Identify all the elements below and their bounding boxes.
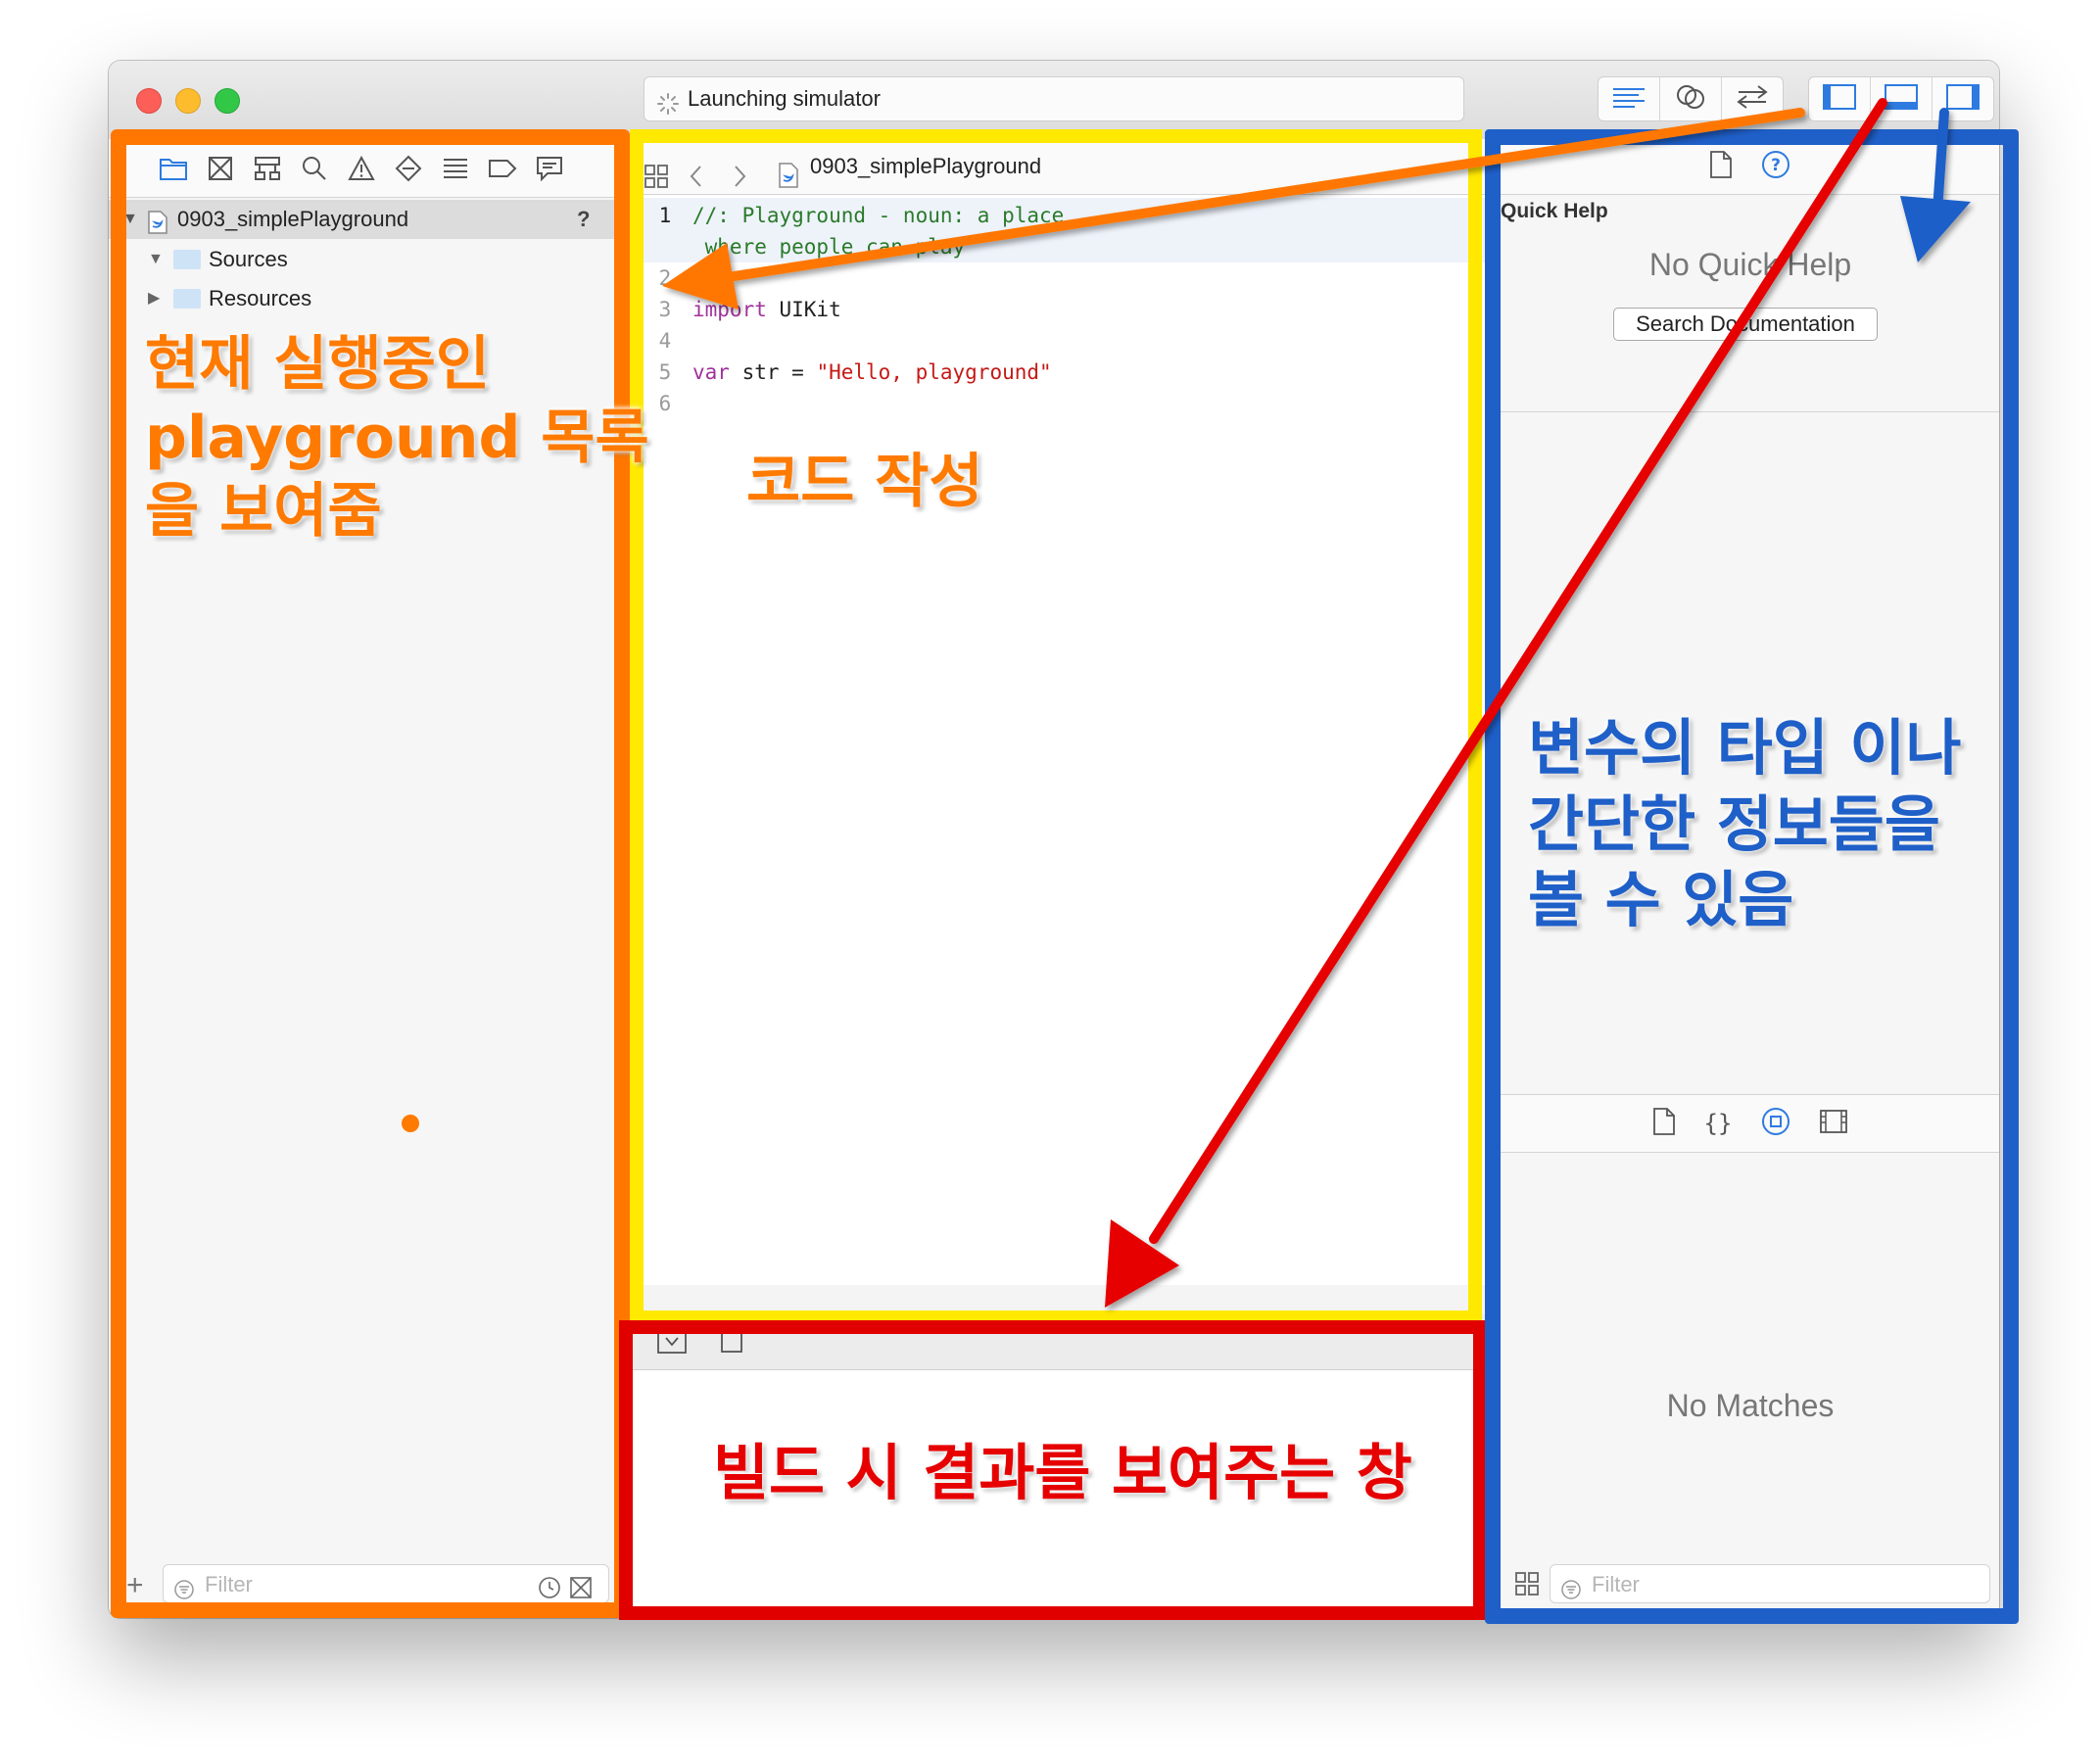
venn-circles-icon — [1675, 83, 1706, 116]
minimize-window-button[interactable] — [175, 88, 201, 114]
test-diamond-icon[interactable] — [393, 153, 424, 184]
project-row[interactable]: ▼ 0903_simplePlayground ? — [109, 200, 618, 239]
left-panel-icon — [1822, 83, 1857, 116]
standard-editor-button[interactable] — [1599, 77, 1660, 120]
zoom-window-button[interactable] — [215, 88, 240, 114]
right-panel-icon — [1945, 83, 1981, 116]
activity-status-field: Launching simulator — [644, 76, 1464, 121]
navigator-annotation: 현재 실행중인 playground 목록 을 보여줌 — [145, 328, 649, 548]
library-filter-field[interactable]: Filter — [1550, 1564, 1990, 1603]
report-speech-icon[interactable] — [534, 153, 565, 184]
disclosure-down-icon[interactable]: ▼ — [122, 200, 138, 239]
code-snippet-braces-icon[interactable]: {} — [1704, 1110, 1733, 1137]
grid-view-icon[interactable] — [1514, 1571, 1540, 1601]
quick-help-icon[interactable]: ? — [1761, 150, 1790, 184]
spinner-icon — [656, 87, 680, 115]
disclosure-right-icon[interactable]: ▶ — [148, 279, 160, 318]
lines-icon — [1611, 85, 1647, 114]
code-string: "Hello, playground" — [816, 360, 1052, 384]
view-toggle-group — [1808, 76, 1994, 121]
search-icon[interactable] — [299, 153, 330, 184]
annotation-line: 을 보여줌 — [145, 477, 382, 546]
code-line-3[interactable]: 3 import UIKit — [638, 294, 841, 325]
source-editor: 0903_simplePlayground 1 //: Playground - … — [638, 139, 1990, 1285]
object-library-icon[interactable] — [1761, 1107, 1790, 1141]
project-name: 0903_simplePlayground — [177, 207, 409, 231]
line-number: 3 — [658, 298, 672, 321]
navigator-selector-bar — [109, 139, 618, 198]
file-template-icon[interactable] — [1652, 1107, 1675, 1140]
add-icon[interactable]: + — [126, 1571, 144, 1600]
line-number: 1 — [658, 204, 672, 227]
assistant-editor-button[interactable] — [1660, 77, 1722, 120]
code-comment: where people can play — [692, 235, 966, 259]
code-line-1-wrap[interactable]: where people can play — [638, 231, 966, 262]
jump-bar-file-name[interactable]: 0903_simplePlayground — [810, 139, 1041, 194]
close-window-button[interactable] — [136, 88, 162, 114]
breakpoint-tag-icon[interactable] — [487, 153, 518, 184]
stop-square-icon[interactable] — [720, 1330, 743, 1358]
code-comment: //: Playground - noun: a place — [692, 204, 1065, 227]
navigator-filter-field[interactable]: Filter — [163, 1564, 609, 1603]
toggle-inspector-button[interactable] — [1933, 77, 1993, 120]
inspector-annotation: 변수의 타입 이나 간단한 정보들을 볼 수 있음 — [1528, 710, 1961, 938]
no-quick-help-text: No Quick Help — [1648, 247, 1852, 282]
annotation-line: 현재 실행중인 — [145, 330, 491, 399]
code-line-1[interactable]: 1 //: Playground - noun: a place — [638, 200, 1065, 231]
editor-annotation: 코드 작성 — [746, 448, 983, 516]
recent-clock-icon[interactable] — [538, 1573, 561, 1612]
toggle-navigator-button[interactable] — [1809, 77, 1871, 120]
disclosure-down-icon[interactable]: ▼ — [148, 240, 164, 279]
version-editor-button[interactable] — [1722, 77, 1783, 120]
filter-icon — [173, 1574, 195, 1613]
tree-item-resources[interactable]: ▶ Resources — [109, 279, 618, 318]
divider — [1501, 411, 1999, 412]
symbol-hierarchy-icon[interactable] — [252, 153, 283, 184]
debug-bar — [628, 1314, 1490, 1370]
annotation-line: playground 목록 — [145, 404, 649, 472]
code-keyword: import — [692, 298, 767, 321]
svg-text:?: ? — [1771, 156, 1781, 175]
folder-icon — [173, 250, 201, 269]
folder-icon — [173, 289, 201, 309]
line-number: 2 — [658, 266, 672, 290]
warning-icon[interactable] — [346, 153, 377, 184]
hide-debug-area-icon[interactable] — [657, 1330, 687, 1358]
media-library-icon[interactable] — [1820, 1109, 1848, 1138]
code-keyword: var — [692, 360, 730, 384]
search-documentation-button[interactable]: Search Documentation — [1613, 308, 1878, 341]
editor-mode-group — [1598, 76, 1784, 121]
filter-placeholder: Filter — [1592, 1572, 1640, 1596]
no-matches-text: No Matches — [1666, 1388, 1835, 1423]
library-selector-bar: {} — [1501, 1094, 1999, 1153]
code-text: str = — [729, 360, 817, 384]
orange-dot — [402, 1115, 419, 1132]
project-status-badge: ? — [577, 207, 591, 231]
code-line-5[interactable]: 5 var str = "Hello, playground" — [638, 357, 1052, 388]
debug-list-icon[interactable] — [440, 153, 471, 184]
filter-placeholder: Filter — [205, 1572, 253, 1596]
filter-icon — [1560, 1574, 1582, 1613]
toggle-debug-area-button[interactable] — [1871, 77, 1933, 120]
status-text: Launching simulator — [688, 86, 881, 111]
annotation-line: 변수의 타입 이나 — [1528, 712, 1962, 784]
annotation-line: 볼 수 있음 — [1528, 864, 1794, 935]
folder-icon[interactable] — [158, 153, 189, 184]
tree-item-label: Sources — [209, 247, 288, 271]
tree-item-sources[interactable]: ▼ Sources — [109, 240, 618, 279]
jump-bar: 0903_simplePlayground — [638, 139, 1500, 195]
source-control-icon[interactable] — [205, 153, 236, 184]
swap-arrows-icon — [1735, 84, 1770, 115]
file-inspector-icon[interactable] — [1710, 150, 1732, 183]
code-text: UIKit — [766, 298, 841, 321]
inspector-selector-bar: ? — [1501, 139, 1999, 195]
tree-item-label: Resources — [209, 286, 312, 310]
source-control-filter-icon[interactable] — [569, 1573, 593, 1612]
debug-annotation: 빌드 시 결과를 보여주는 창 — [713, 1437, 1412, 1508]
annotation-line: 간단한 정보들을 — [1528, 787, 1940, 860]
bottom-panel-icon — [1884, 83, 1919, 116]
code-line-2[interactable]: 2 — [638, 262, 692, 294]
quick-help-title: Quick Help — [1501, 200, 1608, 222]
title-bar: Launching simulator — [109, 61, 1999, 140]
